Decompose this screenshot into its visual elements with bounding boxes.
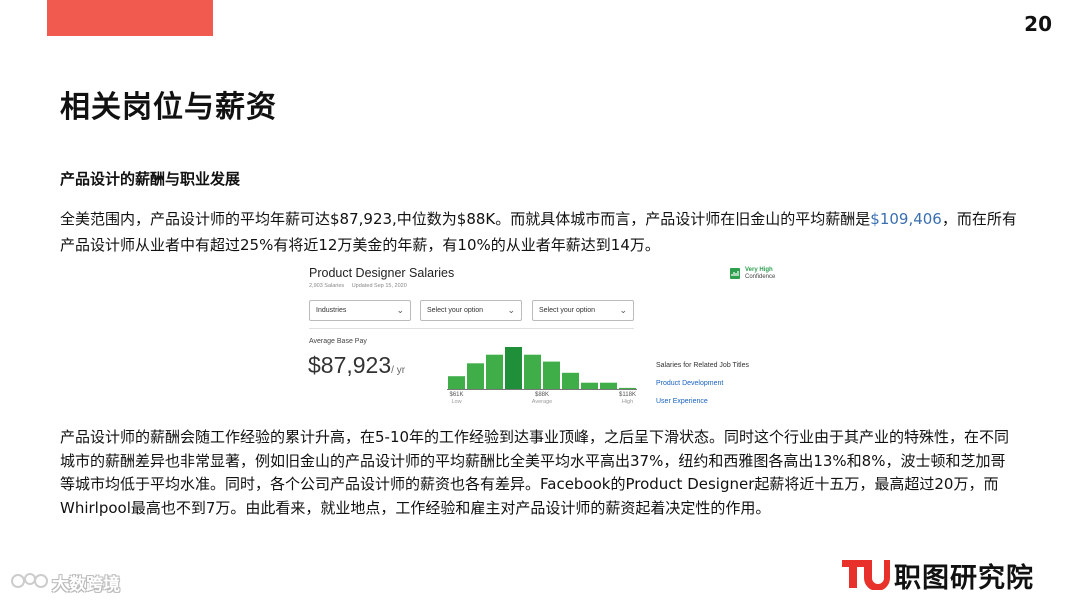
- page-number: 20: [1024, 12, 1052, 36]
- tick-sub-label: Average: [531, 399, 553, 405]
- intro-text-a: 全美范围内，产品设计师的平均年薪可达$87,923,中位数为$88K。而就具体城…: [60, 210, 871, 228]
- histogram-bar: [543, 361, 560, 390]
- brand-logo: 职图研究院: [842, 556, 1072, 594]
- average-amount: $87,923: [308, 352, 392, 378]
- sf-salary-amount: $109,406: [870, 210, 942, 228]
- section-subtitle: 产品设计的薪酬与职业发展: [60, 170, 241, 188]
- chevron-down-icon: ⌄: [507, 305, 515, 315]
- histogram-bar: [581, 382, 598, 390]
- chevron-down-icon: ⌄: [619, 305, 627, 315]
- tick-sub-label: High: [621, 399, 634, 405]
- watermark-text: 大数跨境: [52, 575, 120, 595]
- widget-title: Product Designer Salaries: [309, 266, 455, 280]
- widget-meta: 2,903 Salaries Updated Sep 15, 2020: [309, 283, 413, 289]
- histogram-tick-label: $118K High: [613, 392, 643, 406]
- watermark-logo-icon: [11, 573, 48, 588]
- confidence-word: Confidence: [745, 274, 776, 280]
- confidence-label: Very High Confidence: [745, 267, 775, 281]
- histogram-bar: [486, 354, 503, 390]
- related-titles-heading: Salaries for Related Job Titles: [656, 362, 749, 369]
- tick-value: $61K: [449, 392, 464, 398]
- intro-paragraph: 全美范围内，产品设计师的平均年薪可达$87,923,中位数为$88K。而就具体城…: [60, 206, 1020, 258]
- option-dropdown-1[interactable]: Select your option ⌄: [420, 300, 522, 321]
- tick-sub-label: Low: [451, 399, 462, 405]
- histogram-bar: [505, 347, 522, 390]
- dropdown-label: Select your option: [539, 307, 596, 314]
- dropdown-label: Industries: [316, 307, 347, 314]
- updated-date: Updated Sep 15, 2020: [351, 283, 407, 289]
- confidence-shield-icon: [730, 268, 740, 279]
- career-paragraph: 产品设计师的薪酬会随工作经验的累计升高，在5-10年的工作经验到达事业顶峰，之后…: [60, 428, 1010, 517]
- industries-dropdown[interactable]: Industries ⌄: [309, 300, 411, 321]
- histogram-bar: [562, 372, 579, 390]
- salary-histogram: [447, 347, 637, 390]
- watermark: 大数跨境: [10, 569, 150, 595]
- histogram-bar: [524, 354, 541, 390]
- page-title: 相关岗位与薪资: [60, 90, 277, 125]
- histogram-bar: [600, 382, 617, 390]
- dropdown-label: Select your option: [427, 307, 484, 314]
- tu-logo-icon: [842, 560, 890, 590]
- tick-value: $118K: [619, 392, 636, 398]
- salary-widget-screenshot: Product Designer Salaries 2,903 Salaries…: [300, 262, 800, 417]
- related-link-user-experience[interactable]: User Experience: [656, 398, 708, 405]
- confidence-level: Very High: [745, 267, 773, 273]
- histogram-bar: [448, 376, 465, 390]
- chevron-down-icon: ⌄: [396, 305, 404, 315]
- average-base-pay-value: $87,923/ yr: [308, 352, 405, 379]
- average-base-pay-label: Average Base Pay: [309, 338, 367, 345]
- tick-value: $88K: [534, 392, 549, 398]
- histogram-tick-label: $88K Average: [527, 392, 557, 406]
- option-dropdown-2[interactable]: Select your option ⌄: [532, 300, 634, 321]
- salaries-count: 2,903 Salaries: [309, 283, 345, 289]
- divider: [309, 328, 634, 329]
- header-accent-bar: [47, 0, 213, 36]
- histogram-tick-label: $61K Low: [442, 392, 472, 406]
- average-unit: / yr: [391, 365, 406, 376]
- related-link-product-development[interactable]: Product Development: [656, 380, 723, 387]
- brand-name: 职图研究院: [894, 563, 1034, 594]
- histogram-bar: [467, 363, 484, 390]
